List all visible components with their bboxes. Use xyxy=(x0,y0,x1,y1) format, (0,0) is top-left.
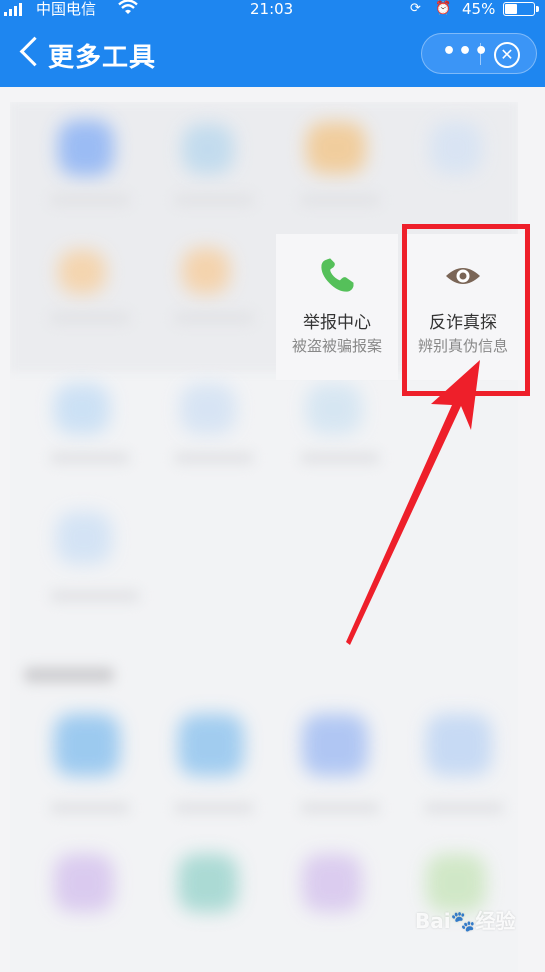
blurred-icon xyxy=(306,122,366,174)
blurred-icon xyxy=(178,714,244,776)
tool-description: 被盗被骗报案 xyxy=(291,337,382,355)
back-button[interactable] xyxy=(16,36,40,70)
blurred-icon xyxy=(426,854,486,912)
alarm-icon: ⏰ xyxy=(435,1,452,16)
battery-icon xyxy=(503,2,539,16)
mini-program-capsule: ••• ✕ xyxy=(421,33,537,74)
status-bar: 中国电信 21:03 ⟳ ⏰ 45% xyxy=(0,0,545,18)
wifi-icon xyxy=(117,0,139,20)
blurred-icon xyxy=(302,714,368,776)
blurred-icon xyxy=(180,384,236,434)
blurred-icon xyxy=(58,120,114,176)
blurred-icon xyxy=(54,384,110,434)
rotation-lock-icon: ⟳ xyxy=(410,1,421,16)
blurred-icon xyxy=(182,124,234,174)
blurred-icon xyxy=(430,122,482,174)
app-header: 中国电信 21:03 ⟳ ⏰ 45% 更多工具 ••• ✕ xyxy=(0,0,545,87)
close-icon[interactable]: ✕ xyxy=(494,42,520,68)
blurred-icon xyxy=(306,384,362,434)
tool-report-center[interactable]: 举报中心 被盗被骗报案 xyxy=(276,234,398,380)
more-button[interactable]: ••• xyxy=(442,39,490,65)
blurred-icon xyxy=(178,854,238,912)
blurred-icon xyxy=(302,854,362,912)
watermark: Bai🐾经验 xyxy=(415,909,516,933)
signal-icon xyxy=(4,3,22,16)
carrier-label: 中国电信 xyxy=(36,0,97,18)
capsule-divider xyxy=(480,43,481,65)
page-title: 更多工具 xyxy=(48,43,157,73)
clock: 21:03 xyxy=(250,0,294,18)
phone-icon xyxy=(276,256,398,300)
blurred-icon xyxy=(56,512,112,564)
blurred-icon xyxy=(58,250,106,294)
highlight-box xyxy=(402,224,530,396)
tool-name: 举报中心 xyxy=(303,313,371,333)
battery-percent: 45% xyxy=(462,0,496,18)
blurred-icon xyxy=(54,714,120,776)
blurred-icon xyxy=(54,854,114,912)
blurred-icon xyxy=(426,714,492,776)
blurred-icon xyxy=(182,248,230,294)
